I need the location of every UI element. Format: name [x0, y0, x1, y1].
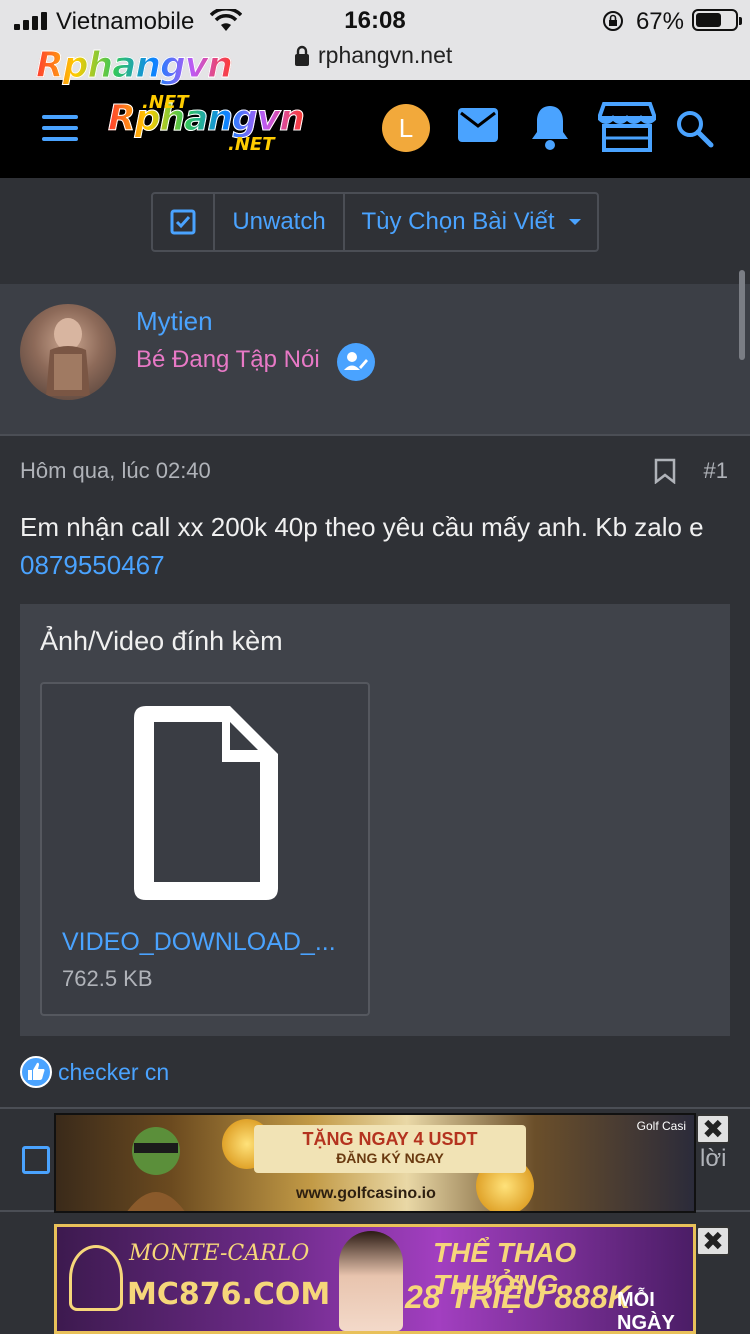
file-icon [134, 706, 278, 900]
verified-badge-icon [337, 343, 375, 381]
ad-headline-box: TẶNG NGAY 4 USDT ĐĂNG KÝ NGAY [254, 1125, 526, 1173]
attachment-card[interactable]: VIDEO_DOWNLOAD_... 762.5 KB [40, 682, 370, 1016]
ad-character-image [127, 1127, 185, 1211]
phone-link[interactable]: 0879550467 [20, 550, 165, 580]
ad2-domain: MC876.COM [127, 1277, 331, 1312]
bookmark-icon[interactable] [654, 458, 676, 484]
page-scrollbar[interactable] [739, 270, 745, 360]
bell-icon[interactable] [530, 104, 570, 150]
attachment-filename[interactable]: VIDEO_DOWNLOAD_... [62, 928, 352, 957]
logo-domain: .NET [228, 134, 275, 155]
padlock-icon [295, 45, 309, 66]
ad-subline: ĐĂNG KÝ NGAY [336, 1150, 444, 1166]
close-ad-button[interactable]: ✖ [696, 1226, 730, 1256]
crest-icon [69, 1245, 123, 1311]
status-bar: Vietnamobile 16:08 67% [0, 0, 750, 40]
ad-model-image [339, 1231, 403, 1331]
rotation-lock-icon [603, 11, 623, 31]
battery-icon [692, 9, 742, 31]
reply-label[interactable]: lời [700, 1145, 726, 1173]
logo-domain-overlay: .NET [142, 92, 189, 113]
post-message: Em nhận call xx 200k 40p theo yêu cầu mấ… [20, 508, 730, 584]
like-icon [20, 1056, 52, 1088]
post-options-dropdown[interactable]: Tùy Chọn Bài Viết [345, 194, 597, 250]
ad2-amount: 28 TRIỆU 888K [405, 1279, 631, 1315]
ad-brand: Golf Casi [636, 1119, 686, 1133]
post-number[interactable]: #1 [704, 458, 728, 484]
ad-banner-montecarlo[interactable]: MONTE-CARLO MC876.COM THỂ THAO THƯỞNG 28… [54, 1224, 696, 1334]
attachments-title: Ảnh/Video đính kèm [40, 626, 283, 656]
reaction-user[interactable]: checker cn [58, 1059, 169, 1086]
mail-icon[interactable] [458, 108, 498, 142]
select-checkbox[interactable] [153, 194, 215, 250]
thread-toolbar: Unwatch Tùy Chọn Bài Viết [151, 192, 599, 252]
author-avatar[interactable] [20, 304, 116, 400]
caret-down-icon [568, 219, 581, 225]
ad2-brand: MONTE-CARLO [129, 1241, 310, 1266]
post-author-block: Mytien Bé Đang Tập Nói [0, 284, 750, 436]
ad-headline: TẶNG NGAY 4 USDT [302, 1129, 478, 1149]
unwatch-button[interactable]: Unwatch [215, 194, 345, 250]
close-ad-button[interactable]: ✖ [696, 1114, 730, 1144]
post-select-checkbox[interactable] [22, 1146, 50, 1174]
reaction-summary[interactable]: checker cn [20, 1056, 169, 1088]
author-photo [46, 318, 90, 396]
ad2-period: MỖI NGÀY [617, 1289, 675, 1334]
post-timestamp[interactable]: Hôm qua, lúc 02:40 [20, 458, 211, 484]
author-title: Bé Đang Tập Nói [136, 346, 320, 373]
search-icon[interactable] [676, 110, 714, 148]
checkbox-icon [170, 209, 196, 235]
user-avatar[interactable]: L [382, 104, 430, 152]
site-logo[interactable]: Rphangvn .NET [108, 98, 306, 156]
message-text: Em nhận call xx 200k 40p theo yêu cầu mấ… [20, 512, 704, 542]
battery-percent: 67% [635, 8, 684, 35]
url-text[interactable]: rphangvn.net [318, 42, 452, 69]
menu-icon[interactable] [42, 115, 78, 141]
post-options-label: Tùy Chọn Bài Viết [361, 208, 555, 235]
attachments-block: Ảnh/Video đính kèm VIDEO_DOWNLOAD_... 76… [20, 604, 730, 1036]
attachment-filesize: 762.5 KB [62, 966, 153, 991]
ad-banner-golfcasino[interactable]: TẶNG NGAY 4 USDT ĐĂNG KÝ NGAY www.golfca… [54, 1113, 696, 1213]
ad-site: www.golfcasino.io [296, 1185, 436, 1202]
site-logo-overlay: Rphangvn [36, 45, 234, 87]
store-icon[interactable] [598, 102, 656, 152]
author-username[interactable]: Mytien [136, 306, 213, 337]
